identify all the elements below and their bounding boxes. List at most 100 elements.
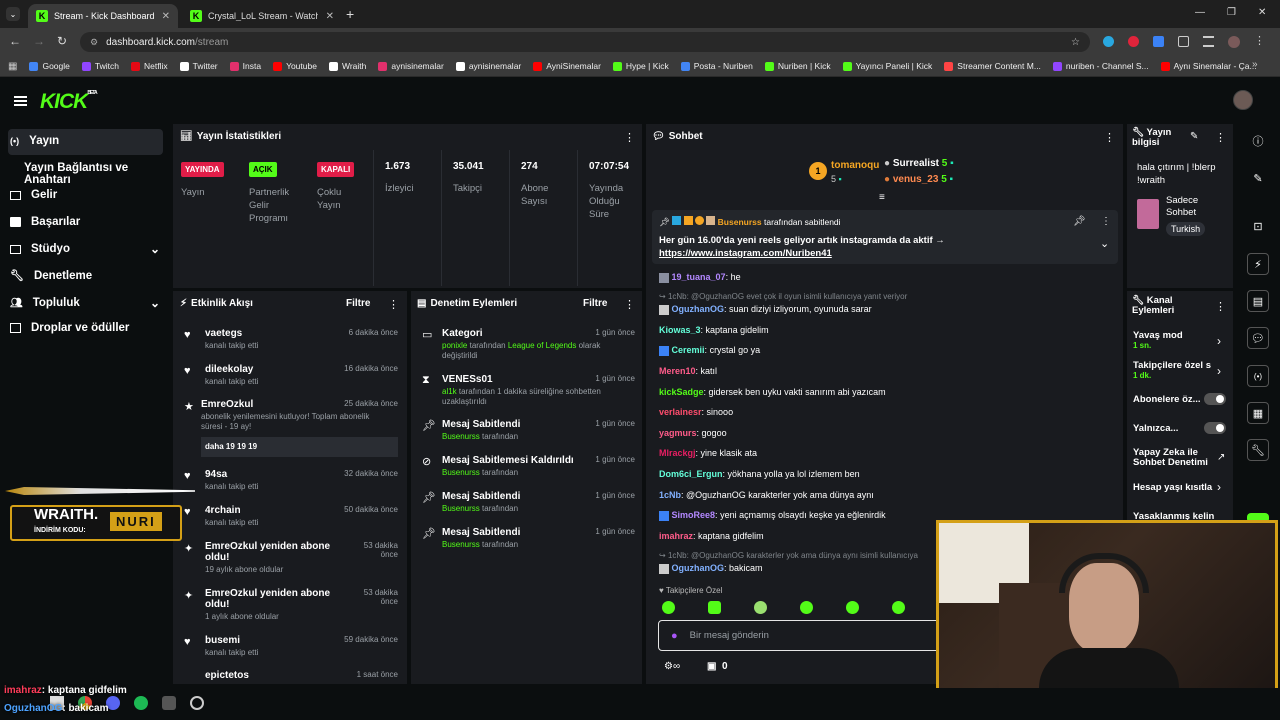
bookmarks-overflow-icon[interactable]: »: [1252, 59, 1258, 70]
chat-username[interactable]: 1cNb: [659, 490, 681, 500]
sidebar-item-yayin-label[interactable]: (•) Yayın: [10, 135, 59, 147]
category-name[interactable]: Sadece Sohbet: [1166, 195, 1211, 219]
pinned-menu-icon[interactable]: ⋮: [1101, 216, 1111, 227]
chat-username[interactable]: 19_tuana_07: [672, 272, 726, 282]
bookmark-item[interactable]: Youtube: [273, 61, 317, 71]
info-icon[interactable]: ⓘ: [1247, 130, 1269, 152]
chevron-down-icon[interactable]: ⌄: [1100, 237, 1109, 250]
close-window-icon[interactable]: ✕: [1258, 7, 1266, 18]
chat-username[interactable]: verlainesr: [659, 407, 702, 417]
kicks-counter[interactable]: ▣ 0: [707, 661, 728, 672]
microphone-icon[interactable]: ●: [671, 630, 678, 642]
stream-info-menu-icon[interactable]: ⋮: [1215, 131, 1226, 144]
bookmark-item[interactable]: aynisinemalar: [455, 61, 521, 71]
emote-icon[interactable]: [708, 601, 721, 614]
chevron-right-icon[interactable]: ›: [1217, 334, 1221, 348]
obs-icon[interactable]: [190, 696, 204, 710]
chat-username[interactable]: SimoRee8: [672, 510, 716, 520]
pinned-by-user[interactable]: Busenurss: [718, 217, 762, 227]
bookmark-item[interactable]: Twitch: [81, 61, 119, 71]
apps-grid-icon[interactable]: ▦: [8, 61, 17, 72]
chat-username[interactable]: yagmurs: [659, 428, 697, 438]
browser-tab-kick-dashboard[interactable]: K Stream - Kick Dashboard ✕: [28, 4, 178, 28]
moderation-actor[interactable]: Busenurss: [442, 468, 480, 477]
broadcast-icon[interactable]: (•): [1247, 365, 1269, 387]
emote-icon[interactable]: [846, 601, 859, 614]
subscribers-only-toggle[interactable]: [1204, 393, 1226, 405]
tab-list-button[interactable]: ⌄: [6, 7, 20, 21]
action-followers-only[interactable]: Takipçilere özel s1 dk.: [1133, 360, 1228, 380]
bookmark-item[interactable]: Twitter: [179, 61, 218, 71]
bookmark-item[interactable]: Google: [29, 61, 70, 71]
puzzle-icon[interactable]: [1178, 36, 1189, 47]
bolt-icon[interactable]: ⚡︎: [1247, 253, 1269, 275]
close-tab-icon[interactable]: ✕: [162, 11, 170, 22]
moderation-filter-button[interactable]: Filtre: [583, 298, 607, 309]
browser-menu-icon[interactable]: ⋮: [1254, 36, 1265, 48]
sidebar-item-denetleme[interactable]: 🔧︎ Denetleme: [10, 269, 92, 283]
moderation-actor[interactable]: ponixle: [442, 341, 467, 350]
chevron-right-icon[interactable]: ›: [1217, 364, 1221, 378]
action-slow-mode[interactable]: Yavaş mod 1 sn.: [1133, 330, 1228, 350]
minimize-icon[interactable]: —: [1195, 7, 1205, 18]
spotify-icon[interactable]: [134, 696, 148, 710]
reload-icon[interactable]: ↻: [57, 34, 67, 48]
extension-icon[interactable]: [1153, 36, 1164, 47]
bookmark-item[interactable]: Aynı Sinemalar - Ça...: [1160, 61, 1257, 71]
activity-user[interactable]: EmreOzkul yeniden abone oldu!: [205, 541, 345, 563]
browser-tab-crystal[interactable]: K Crystal_LoL Stream - Watch Live ✕: [182, 4, 342, 28]
back-icon[interactable]: ←: [9, 34, 21, 48]
forward-icon[interactable]: →: [33, 34, 45, 48]
activity-user[interactable]: EmreOzkul yeniden abone oldu!: [205, 588, 345, 610]
restore-icon[interactable]: ❐: [1227, 7, 1236, 18]
extension-icon[interactable]: [1128, 36, 1139, 47]
new-tab-button[interactable]: +: [346, 6, 354, 22]
bookmark-item[interactable]: Nuriben | Kick: [764, 61, 831, 71]
bookmark-item[interactable]: Streamer Content M...: [944, 61, 1041, 71]
chat-menu-icon[interactable]: ⋮: [1104, 131, 1115, 144]
pinned-link[interactable]: https://www.instagram.com/Nuriben41: [659, 248, 832, 259]
moderation-actor[interactable]: Busenurss: [442, 504, 480, 513]
edit-icon[interactable]: ✎: [1247, 167, 1269, 189]
sidebar-item-gelir[interactable]: Gelir: [10, 189, 57, 201]
bookmark-item[interactable]: Insta: [229, 61, 261, 71]
bookmark-item[interactable]: Hype | Kick: [612, 61, 669, 71]
gifter-item[interactable]: ● Surrealist 5 ▪: [884, 158, 954, 169]
sidebar-item-basarilar[interactable]: Başarılar: [10, 216, 80, 228]
chat-username[interactable]: OguzhanOG: [672, 304, 725, 314]
emote-icon[interactable]: [662, 601, 675, 614]
bookmark-item[interactable]: Yayıncı Paneli | Kick: [842, 61, 932, 71]
bookmark-star-icon[interactable]: ☆: [1071, 37, 1080, 48]
moderation-menu-icon[interactable]: ⋮: [624, 298, 635, 311]
leaderboard-expand-icon[interactable]: ≡: [879, 192, 885, 203]
kick-logo[interactable]: KICKBETA: [40, 90, 98, 114]
edit-icon[interactable]: ✎: [1190, 131, 1198, 142]
bookmark-item[interactable]: aynisinemalar: [378, 61, 444, 71]
action-ai-moderation[interactable]: Yapay Zeka ile Sohbet Denetimi: [1133, 448, 1228, 468]
emote-icon[interactable]: [800, 601, 813, 614]
channel-actions-menu-icon[interactable]: ⋮: [1215, 300, 1226, 313]
site-info-icon[interactable]: ⚙: [90, 37, 98, 48]
external-link-icon[interactable]: ↗: [1217, 452, 1225, 463]
bookmark-item[interactable]: AyniSinemalar: [533, 61, 601, 71]
sidebar-item-topluluk[interactable]: 👥︎ Topluluk ⌄: [10, 296, 160, 310]
chat-username[interactable]: Mlrackgj: [659, 448, 696, 458]
moderation-actor[interactable]: Busenurss: [442, 540, 480, 549]
chat-settings-icon[interactable]: ⚙∞: [664, 661, 680, 672]
activity-menu-icon[interactable]: ⋮: [388, 298, 399, 311]
bookmark-item[interactable]: Posta - Nuriben: [680, 61, 753, 71]
sidebar-item-studyo[interactable]: Stüdyo ⌄: [10, 242, 160, 256]
chat-username[interactable]: Kiowas_3: [659, 325, 701, 335]
app-icon[interactable]: [162, 696, 176, 710]
chevron-right-icon[interactable]: ›: [1217, 480, 1221, 494]
emote-icon[interactable]: [892, 601, 905, 614]
stats-menu-icon[interactable]: ⋮: [624, 131, 635, 144]
bookmark-item[interactable]: Wraith: [328, 61, 366, 71]
emote-icon[interactable]: [754, 601, 767, 614]
gifter-item[interactable]: ● venus_23 5 ▪: [884, 174, 953, 185]
document-icon[interactable]: ▤: [1247, 290, 1269, 312]
close-tab-icon[interactable]: ✕: [326, 11, 334, 22]
bookmark-item[interactable]: nuriben - Channel S...: [1052, 61, 1149, 71]
address-bar[interactable]: ⚙ dashboard.kick.com/stream ☆: [80, 32, 1090, 52]
hamburger-menu-icon[interactable]: [14, 96, 27, 106]
